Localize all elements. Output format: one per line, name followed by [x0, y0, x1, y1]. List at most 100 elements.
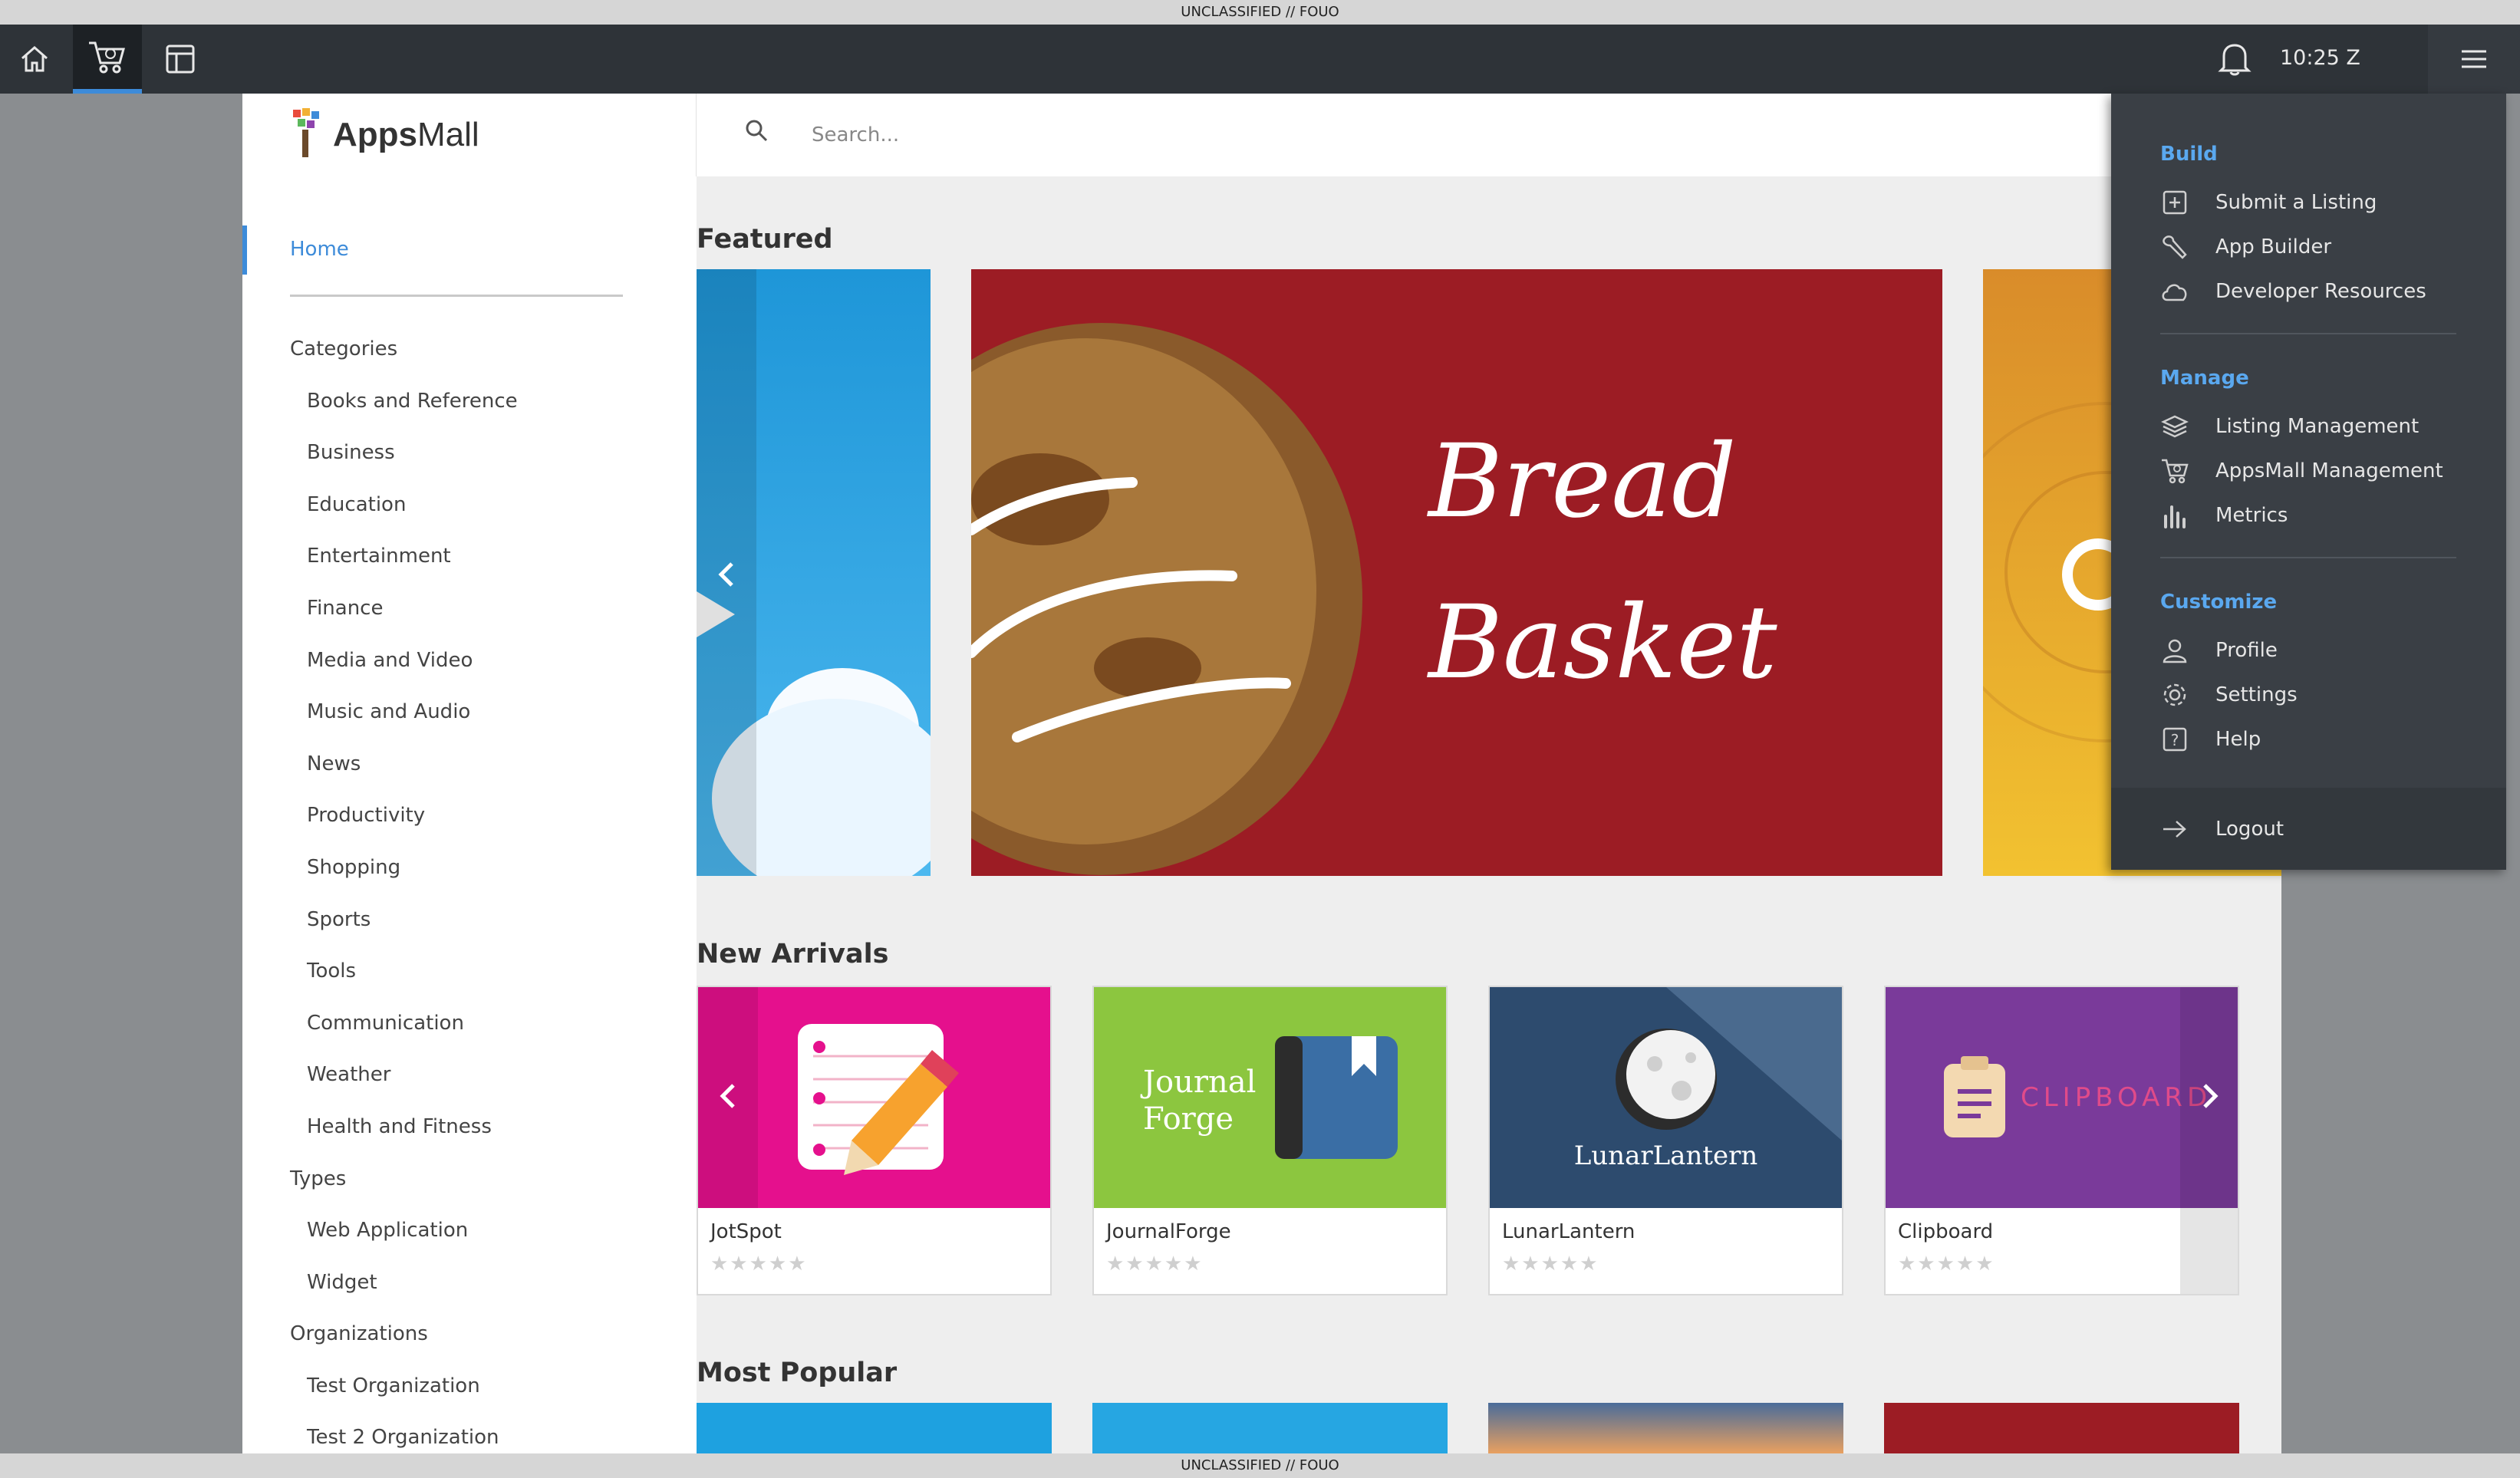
home-icon: [19, 44, 50, 74]
sidebar-item[interactable]: Books and Reference: [290, 376, 674, 428]
classification-banner-bottom: UNCLASSIFIED // FOUO: [0, 1453, 2520, 1478]
user-icon: [2160, 636, 2189, 665]
app-name: LunarLantern: [1502, 1220, 1636, 1243]
main-content: Featured Bread Basket New Arrivals: [697, 94, 2281, 1453]
app-name: JournalForge: [1106, 1220, 1231, 1243]
sidebar-section-heading[interactable]: Organizations: [290, 1308, 674, 1361]
most-popular-carousel: [697, 1403, 2281, 1453]
rating-stars: ★★★★★: [1106, 1253, 1204, 1276]
new-arrivals-title: New Arrivals: [697, 939, 889, 969]
rating-stars: ★★★★★: [1898, 1253, 1995, 1276]
app-card-jotspot[interactable]: JotSpot ★★★★★: [697, 986, 1052, 1295]
sidebar-item[interactable]: Tools: [290, 946, 674, 998]
new-arrivals-carousel: JotSpot ★★★★★ Journal Forge JournalForge…: [697, 986, 2281, 1295]
sidebar-item[interactable]: Sports: [290, 894, 674, 946]
logo-icon: [290, 107, 327, 163]
sidebar-item[interactable]: Business: [290, 427, 674, 479]
featured-title: Featured: [697, 224, 833, 255]
menu-section-build: Build: [2160, 143, 2218, 166]
lunarlantern-art: LunarLantern: [1490, 987, 1842, 1208]
home-button[interactable]: [0, 25, 69, 94]
classification-banner-top: UNCLASSIFIED // FOUO: [0, 0, 2520, 25]
menu-item-app-builder[interactable]: App Builder: [2160, 232, 2331, 262]
search-input[interactable]: [812, 115, 1579, 155]
menu-item-settings[interactable]: Settings: [2160, 680, 2298, 710]
cloud-icon: [2160, 277, 2189, 306]
sidebar-item[interactable]: Finance: [290, 583, 674, 635]
carousel-prev-icon[interactable]: [713, 559, 740, 593]
gear-icon: [2160, 680, 2189, 709]
search-icon: [744, 118, 769, 146]
sidebar-divider: [290, 295, 623, 297]
top-bar: 10:25 Z: [0, 25, 2520, 94]
cart-gear-icon: [2160, 456, 2189, 486]
sidebar-item[interactable]: Health and Fitness: [290, 1101, 674, 1154]
sidebar-section-heading[interactable]: Types: [290, 1154, 674, 1206]
app-name: Clipboard: [1898, 1220, 1994, 1243]
app-card-clipboard[interactable]: CLIPBOARD Clipboard ★★★★★: [1884, 986, 2239, 1295]
app-card-journalforge[interactable]: Journal Forge JournalForge ★★★★★: [1092, 986, 1448, 1295]
chevron-left-icon: [716, 1081, 740, 1114]
popular-tile[interactable]: [1884, 1403, 2239, 1453]
clock: 10:25 Z: [2280, 46, 2360, 70]
arrow-right-icon: [2160, 815, 2189, 844]
popular-tile[interactable]: [1488, 1403, 1843, 1453]
bread-image: [971, 323, 1362, 875]
hamburger-icon: [2460, 48, 2488, 70]
menu-item-appsmall-management[interactable]: AppsMall Management: [2160, 456, 2443, 486]
sidebar-item[interactable]: Media and Video: [290, 635, 674, 687]
sidebar-item[interactable]: Communication: [290, 998, 674, 1050]
appsmall-logo[interactable]: AppsMall: [290, 106, 489, 164]
main-menu-button[interactable]: [2428, 25, 2520, 94]
featured-slide-previous[interactable]: [697, 269, 931, 876]
left-margin: [0, 94, 242, 1453]
sidebar-section-heading[interactable]: Categories: [290, 324, 674, 376]
lunarlantern-logo-text: LunarLantern: [1573, 1141, 1758, 1171]
sidebar-nav: Categories Books and Reference Business Edu…: [290, 324, 674, 1464]
featured-slide-bread-basket[interactable]: Bread Basket: [971, 269, 1942, 876]
sidebar-item[interactable]: Web Application: [290, 1205, 674, 1257]
banner-title-line1: Bread: [1428, 423, 1737, 541]
menu-item-metrics[interactable]: Metrics: [2160, 500, 2288, 531]
menu-item-help[interactable]: ? Help: [2160, 724, 2261, 755]
menu-item-logout[interactable]: Logout: [2160, 814, 2284, 844]
dashboard-button[interactable]: [146, 25, 215, 94]
sidebar-item[interactable]: Test Organization: [290, 1361, 674, 1413]
sidebar-item[interactable]: Weather: [290, 1049, 674, 1101]
logout-area: Logout: [2111, 788, 2506, 870]
appsmall-button[interactable]: [73, 25, 142, 94]
app-card-lunarlantern[interactable]: LunarLantern LunarLantern ★★★★★: [1488, 986, 1843, 1295]
layout-icon: [164, 43, 196, 75]
journalforge-art: Journal Forge: [1094, 987, 1446, 1208]
sidebar: AppsMall Home Categories Books and Refere…: [242, 94, 697, 1453]
notifications-button[interactable]: [2217, 40, 2252, 77]
wrench-icon: [2160, 232, 2189, 262]
logo-text: AppsMall: [333, 116, 479, 153]
arrivals-next-button[interactable]: [2180, 987, 2240, 1208]
svg-text:?: ?: [2171, 731, 2179, 749]
sidebar-item[interactable]: Shopping: [290, 842, 674, 894]
main-menu-dropdown: Build Submit a Listing App Builder Devel…: [2111, 94, 2506, 870]
menu-divider: [2160, 333, 2456, 334]
sidebar-item[interactable]: Widget: [290, 1257, 674, 1309]
menu-item-listing-management[interactable]: Listing Management: [2160, 411, 2419, 442]
sidebar-item-home[interactable]: Home: [290, 238, 349, 261]
app-name: JotSpot: [710, 1220, 782, 1243]
menu-divider: [2160, 557, 2456, 558]
bell-icon: [2217, 40, 2252, 77]
rating-stars: ★★★★★: [710, 1253, 808, 1276]
menu-item-profile[interactable]: Profile: [2160, 635, 2278, 666]
sidebar-item[interactable]: Music and Audio: [290, 686, 674, 739]
sidebar-item[interactable]: Education: [290, 479, 674, 532]
sidebar-item[interactable]: Productivity: [290, 790, 674, 842]
most-popular-title: Most Popular: [697, 1358, 898, 1388]
active-indicator: [242, 225, 247, 275]
menu-item-submit-listing[interactable]: Submit a Listing: [2160, 187, 2377, 218]
sidebar-item[interactable]: Entertainment: [290, 531, 674, 583]
popular-tile[interactable]: [1092, 1403, 1448, 1453]
sidebar-item[interactable]: News: [290, 739, 674, 791]
arrivals-prev-button[interactable]: [698, 987, 758, 1208]
menu-item-developer-resources[interactable]: Developer Resources: [2160, 276, 2426, 307]
popular-tile[interactable]: [697, 1403, 1052, 1453]
search-bar: [697, 94, 2281, 176]
